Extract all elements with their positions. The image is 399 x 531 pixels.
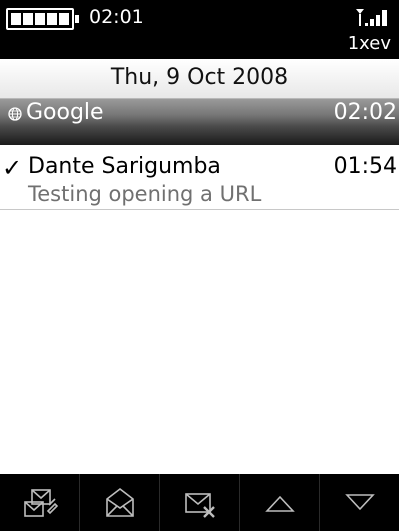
bottom-toolbar xyxy=(0,474,399,531)
list-item-title: Google xyxy=(26,100,104,125)
signal-strength-icon xyxy=(356,9,387,26)
mark-opened-button[interactable] xyxy=(79,474,159,531)
compose-icon xyxy=(23,488,58,517)
status-bar: 02:01 1xev xyxy=(0,0,399,59)
list-item-message[interactable]: ✓ Dante Sarigumba 01:54 Testing opening … xyxy=(0,152,399,210)
open-envelope-icon xyxy=(105,487,134,517)
globe-icon xyxy=(8,107,22,121)
check-icon: ✓ xyxy=(2,154,23,182)
next-button[interactable] xyxy=(319,474,399,531)
previous-button[interactable] xyxy=(239,474,319,531)
list-item-google[interactable]: Google 02:02 xyxy=(0,99,399,145)
network-type: 1xev xyxy=(347,33,391,54)
message-sender: Dante Sarigumba xyxy=(28,154,221,179)
message-time: 01:54 xyxy=(333,154,397,179)
compose-button[interactable] xyxy=(0,474,79,531)
battery-icon xyxy=(6,8,79,30)
status-time: 02:01 xyxy=(89,6,144,28)
delete-message-button[interactable] xyxy=(159,474,239,531)
list-item-time: 02:02 xyxy=(333,100,397,125)
date-header: Thu, 9 Oct 2008 xyxy=(0,59,399,99)
chevron-up-icon xyxy=(264,495,295,512)
message-subject: Testing opening a URL xyxy=(28,182,262,206)
chevron-down-icon xyxy=(344,493,375,510)
delete-envelope-icon xyxy=(184,492,215,518)
